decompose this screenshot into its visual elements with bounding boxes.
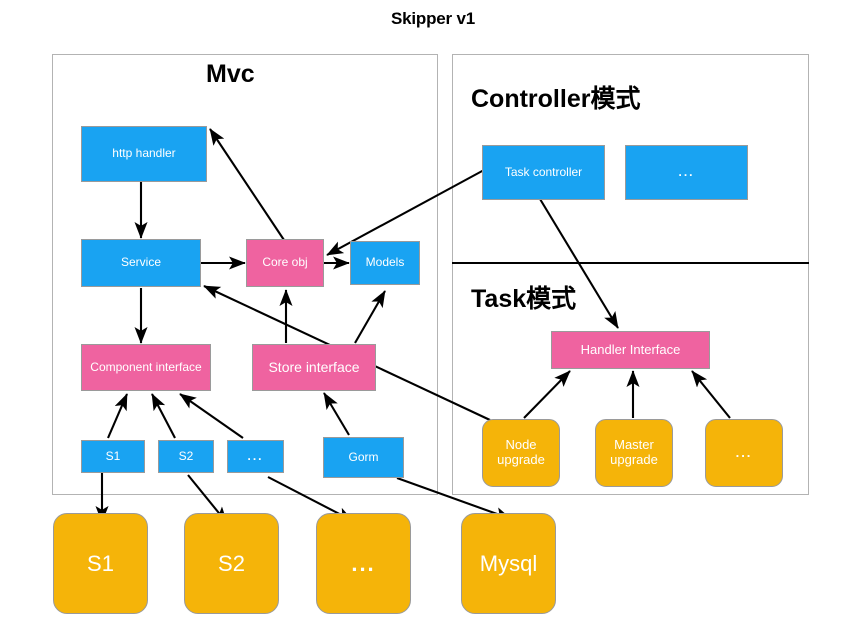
node-backend-mysql[interactable]: Mysql bbox=[461, 513, 556, 614]
panel-divider bbox=[452, 262, 809, 264]
node-gorm[interactable]: Gorm bbox=[323, 437, 404, 478]
node-handler-interface[interactable]: Handler Interface bbox=[551, 331, 710, 369]
node-backend-s1[interactable]: S1 bbox=[53, 513, 148, 614]
node-models[interactable]: Models bbox=[350, 241, 420, 285]
node-master-upgrade[interactable]: Master upgrade bbox=[595, 419, 673, 487]
node-node-upgrade[interactable]: Node upgrade bbox=[482, 419, 560, 487]
node-http-handler[interactable]: http handler bbox=[81, 126, 207, 182]
node-s2[interactable]: S2 bbox=[158, 440, 214, 473]
node-s1[interactable]: S1 bbox=[81, 440, 145, 473]
node-store-interface[interactable]: Store interface bbox=[252, 344, 376, 391]
node-core-obj[interactable]: Core obj bbox=[246, 239, 324, 287]
diagram-canvas: Skipper v1 Mvc Controller模式 Task模式 http … bbox=[0, 0, 866, 636]
node-controller-more[interactable]: ... bbox=[625, 145, 748, 200]
panel-title-mvc: Mvc bbox=[206, 60, 255, 88]
node-service[interactable]: Service bbox=[81, 239, 201, 287]
panel-title-task: Task模式 bbox=[471, 285, 577, 313]
node-backend-s2[interactable]: S2 bbox=[184, 513, 279, 614]
node-task-more[interactable]: ... bbox=[705, 419, 783, 487]
node-task-controller[interactable]: Task controller bbox=[482, 145, 605, 200]
page-title: Skipper v1 bbox=[391, 9, 475, 28]
node-backend-more[interactable]: ... bbox=[316, 513, 411, 614]
node-component-interface[interactable]: Component interface bbox=[81, 344, 211, 391]
panel-title-controller: Controller模式 bbox=[471, 85, 641, 113]
node-mvc-more[interactable]: ... bbox=[227, 440, 284, 473]
